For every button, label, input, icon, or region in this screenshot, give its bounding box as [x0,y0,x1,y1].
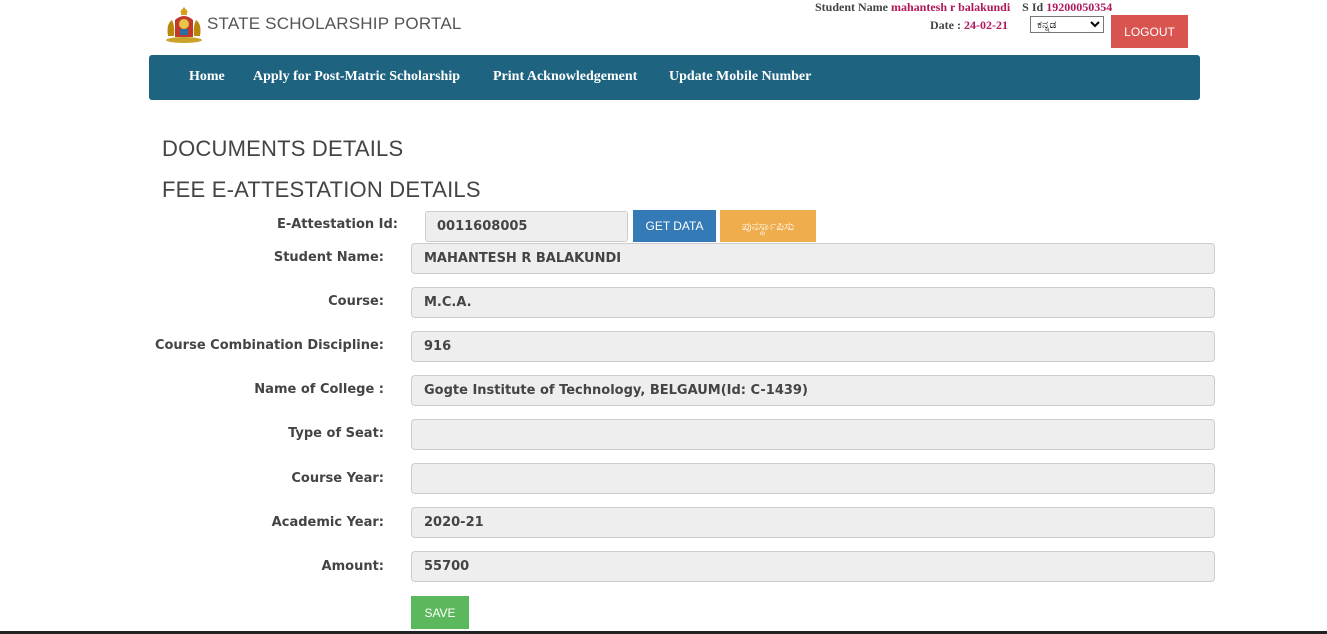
course-year-field[interactable] [411,463,1215,494]
course-field-label: Course: [328,294,384,309]
date-label: Date : [930,18,961,32]
amount-field[interactable]: 55700 [411,551,1215,582]
reset-button[interactable]: ಪುನರ್ಸ್ಥಾಪಿಸು [720,210,816,242]
student-name-field[interactable]: MAHANTESH R BALAKUNDI [411,243,1215,274]
student-name-field-label: Student Name: [273,250,384,265]
nav-item-update-mobile[interactable]: Update Mobile Number [669,69,811,85]
date-value: 24-02-21 [963,18,1008,32]
attestation-id-input[interactable] [425,211,628,242]
academic-year-field-label: Academic Year: [271,515,384,530]
get-data-button[interactable]: GET DATA [633,210,716,242]
student-name-value: mahantesh r balakundi [891,0,1011,14]
date-info: Date : 24-02-21 [930,18,1008,33]
college-name-field[interactable]: Gogte Institute of Technology, BELGAUM(I… [411,375,1215,406]
language-select[interactable]: ಕನ್ನಡ [1030,16,1104,33]
logout-button[interactable]: LOGOUT [1111,15,1188,48]
nav-item-print-acknowledgement[interactable]: Print Acknowledgement [493,69,637,85]
course-year-field-label: Course Year: [291,471,384,486]
attestation-id-label: E-Attestation Id: [276,217,398,232]
main-navbar: Home Apply for Post-Matric Scholarship P… [149,55,1200,100]
nav-item-apply-post-matric[interactable]: Apply for Post-Matric Scholarship [253,69,460,85]
save-button[interactable]: SAVE [411,596,469,629]
course-field[interactable]: M.C.A. [411,287,1215,318]
sid-label: S Id [1022,0,1044,14]
student-name-label: Student Name [815,0,889,14]
amount-field-label: Amount: [321,559,384,574]
documents-details-heading: DOCUMENTS DETAILS [162,136,404,161]
student-info: Student Name mahantesh r balakundi S Id … [815,0,1112,15]
fee-attestation-heading: FEE E-ATTESTATION DETAILS [162,177,481,202]
course-combination-field-label: Course Combination Discipline: [154,338,384,353]
course-combination-field[interactable]: 916 [411,331,1215,362]
karnataka-emblem-logo [163,6,205,44]
nav-item-home[interactable]: Home [189,69,225,85]
seat-type-field-label: Type of Seat: [288,426,384,441]
seat-type-field[interactable] [411,419,1215,450]
academic-year-field[interactable]: 2020-21 [411,507,1215,538]
portal-brand-title: STATE SCHOLARSHIP PORTAL [207,14,462,33]
college-name-field-label: Name of College : [254,382,384,397]
sid-value: 19200050354 [1046,0,1113,14]
